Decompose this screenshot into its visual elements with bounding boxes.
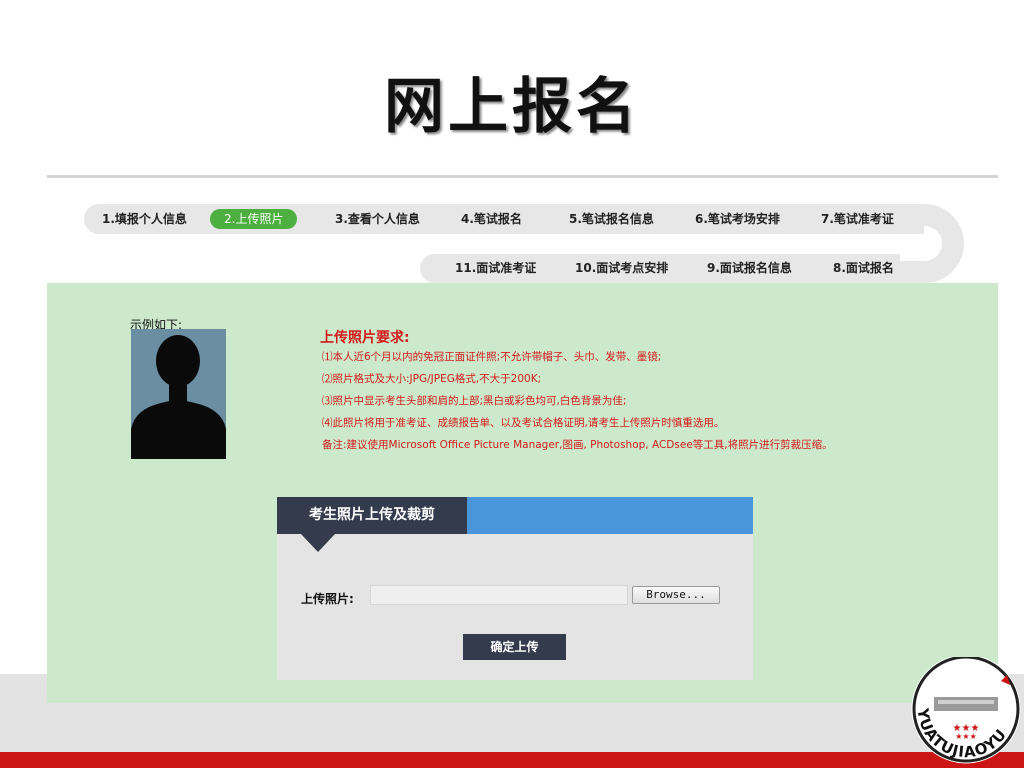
photo-file-input[interactable] <box>370 585 628 605</box>
step-10-interview-site[interactable]: 10.面试考点安排 <box>575 258 668 278</box>
step-7-written-ticket[interactable]: 7.笔试准考证 <box>821 209 894 229</box>
browse-button[interactable]: Browse... <box>632 586 720 604</box>
step-9-interview-signup-info[interactable]: 9.面试报名信息 <box>707 258 792 278</box>
panel-tab-pointer <box>301 534 335 552</box>
step-3-view-info[interactable]: 3.查看个人信息 <box>335 209 420 229</box>
requirements-title: 上传照片要求: <box>320 330 410 346</box>
requirement-note: 备注:建议使用Microsoft Office Picture Manager,… <box>322 439 833 451</box>
upload-panel-title: 考生照片上传及裁剪 <box>277 497 467 534</box>
logo: ★★★ ★★★ YUATUJIAOYU <box>911 657 1021 764</box>
step-6-written-room[interactable]: 6.笔试考场安排 <box>695 209 780 229</box>
person-silhouette-icon <box>131 335 226 459</box>
requirement-line-1: ⑴本人近6个月以内的免冠正面证件照;不允许带帽子、头巾、发带、墨镜; <box>322 351 662 363</box>
svg-text:★★★: ★★★ <box>955 732 977 741</box>
step-11-interview-ticket[interactable]: 11.面试准考证 <box>455 258 536 278</box>
confirm-upload-button[interactable]: 确定上传 <box>463 634 566 660</box>
step-8-interview-signup[interactable]: 8.面试报名 <box>833 258 894 278</box>
step-5-written-signup-info[interactable]: 5.笔试报名信息 <box>569 209 654 229</box>
upload-photo-label: 上传照片: <box>301 592 354 606</box>
upload-panel: 考生照片上传及裁剪 上传照片: Browse... 确定上传 <box>277 497 753 680</box>
step-2-upload-photo[interactable]: 2.上传照片 <box>210 209 298 229</box>
footer-red-band <box>0 752 1024 768</box>
step-1-fill-info[interactable]: 1.填报个人信息 <box>102 209 187 229</box>
requirement-line-4: ⑷此照片将用于准考证、成绩报告单、以及考试合格证明,请考生上传照片时慎重选用。 <box>322 417 725 429</box>
title-divider <box>47 175 998 178</box>
example-photo <box>131 329 226 459</box>
requirement-line-3: ⑶照片中显示考生头部和肩的上部;黑白或彩色均可,白色背景为佳; <box>322 395 627 407</box>
page-title: 网上报名 <box>384 72 640 142</box>
requirement-line-2: ⑵照片格式及大小:JPG/JPEG格式,不大于200K; <box>322 373 542 385</box>
step-4-written-signup[interactable]: 4.笔试报名 <box>461 209 522 229</box>
